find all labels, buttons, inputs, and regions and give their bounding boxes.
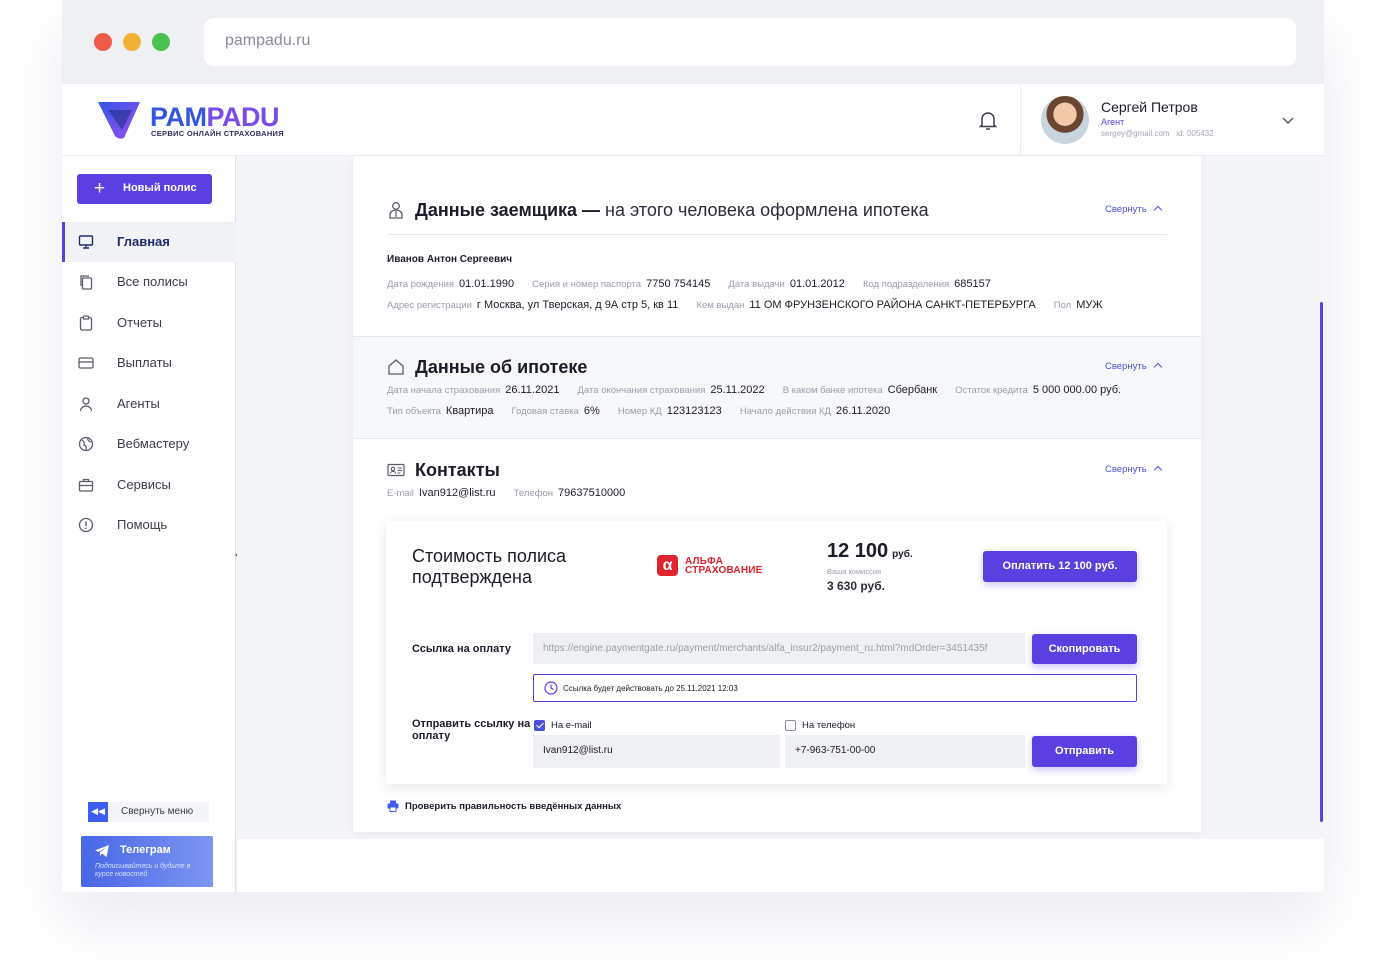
chevron-up-icon xyxy=(1153,362,1162,372)
mortgage-row-2: Тип объекта Квартира Годовая ставка 6% Ном… xyxy=(387,405,891,417)
payment-title: Стоимость полиса подтверждена xyxy=(412,546,567,587)
divider xyxy=(387,234,1167,235)
new-policy-button[interactable]: + Новый полис xyxy=(77,174,212,204)
telegram-title: Телеграм xyxy=(120,844,171,856)
bell-icon[interactable] xyxy=(976,108,1000,132)
mortgage-collapse-link[interactable]: Свернуть xyxy=(1105,361,1162,372)
id-card-icon xyxy=(387,463,405,477)
contacts-title: Контакты xyxy=(415,460,500,480)
sidebar-item-reports[interactable]: Отчеты xyxy=(62,303,236,343)
chevron-up-icon xyxy=(1153,205,1162,215)
borrower-section: Данные заемщика — на этого человека офор… xyxy=(353,156,1201,336)
sidebar-item-help[interactable]: Помощь xyxy=(62,505,236,545)
footer-area xyxy=(237,839,1324,892)
commission-label: Ваша комиссия xyxy=(827,567,882,576)
pampadu-logo-icon xyxy=(98,102,140,139)
policy-card: Данные заемщика — на этого человека офор… xyxy=(353,156,1201,832)
sidebar: + Новый полис Главная Все полисы Отчеты В… xyxy=(62,156,236,892)
telegram-banner[interactable]: Телеграм Подписывайтесь и будьте в курсе… xyxy=(81,836,213,887)
user-name: Сергей Петров xyxy=(1101,99,1198,115)
monitor-icon xyxy=(78,235,94,249)
clipboard-icon xyxy=(79,315,93,331)
sidebar-item-home[interactable]: Главная xyxy=(62,222,236,262)
plus-icon: + xyxy=(94,178,106,199)
phone-checkbox[interactable]: На телефон xyxy=(785,720,855,731)
user-role: Агент xyxy=(1101,117,1125,127)
borrower-row-2: Адрес регистрации г Москва, ул Тверская, … xyxy=(387,299,1103,311)
browser-bar: pampadu.ru xyxy=(62,0,1324,84)
alert-circle-icon xyxy=(78,517,94,533)
checkbox-checked-icon xyxy=(534,720,545,731)
borrower-collapse-link[interactable]: Свернуть xyxy=(1105,204,1162,215)
top-header: PAMPADU СЕРВИС ОНЛАЙН СТРАХОВАНИЯ Сергей… xyxy=(62,84,1324,156)
payment-link-label: Ссылка на оплату xyxy=(412,643,512,655)
app-frame: pampadu.ru PAMPADU СЕРВИС ОНЛАЙН СТРАХОВ… xyxy=(62,0,1324,892)
checkbox-empty-icon xyxy=(785,720,796,731)
commission-value: 3 630 руб. xyxy=(827,579,885,593)
send-phone-input[interactable]: +7-963-751-00-00 xyxy=(785,735,1025,768)
mortgage-title: Данные об ипотеке xyxy=(415,357,588,377)
payment-panel: Стоимость полиса подтверждена α АЛЬФА СТР… xyxy=(386,521,1167,784)
telegram-icon xyxy=(95,845,109,857)
pay-button[interactable]: Оплатить 12 100 руб. xyxy=(983,551,1137,582)
copy-icon xyxy=(80,275,93,290)
email-checkbox[interactable]: На e-mail xyxy=(534,720,592,731)
telegram-text: Подписывайтесь и будьте в курсе новостей xyxy=(95,863,191,878)
scrollbar[interactable] xyxy=(1320,302,1323,822)
person-icon xyxy=(79,397,93,412)
verify-data-link[interactable]: Проверить правильность введённых данных xyxy=(387,800,621,812)
maximize-window-dot[interactable] xyxy=(152,33,170,51)
alfa-logo-icon: α xyxy=(657,555,678,576)
sidebar-item-services[interactable]: Сервисы xyxy=(62,465,236,505)
printer-icon xyxy=(387,800,399,812)
sidebar-item-webmaster[interactable]: Вебмастеру xyxy=(62,424,236,464)
contacts-collapse-link[interactable]: Свернуть xyxy=(1105,464,1162,475)
chevron-down-icon[interactable] xyxy=(1280,112,1296,128)
avatar[interactable] xyxy=(1041,96,1089,144)
close-window-dot[interactable] xyxy=(94,33,112,51)
collapse-menu-button[interactable]: ◀◀ Свернуть меню xyxy=(88,802,209,822)
person-badge-icon xyxy=(389,202,403,219)
sidebar-item-agents[interactable]: Агенты xyxy=(62,384,236,424)
contacts-section: Контакты Свернуть E-mail Ivan912@list.ru … xyxy=(353,440,1201,520)
borrower-title: Данные заемщика — на этого человека офор… xyxy=(415,200,929,220)
payment-link-field[interactable]: https://engine.paymentgate.ru/payment/me… xyxy=(533,633,1025,664)
link-validity-note: Ссылка будет действовать до 25.11.2021 1… xyxy=(533,674,1137,702)
header-divider xyxy=(1020,84,1021,156)
card-icon xyxy=(78,357,94,369)
borrower-row-1: Дата рождения 01.01.1990 Серия и номер па… xyxy=(387,278,991,290)
clock-icon xyxy=(544,681,558,695)
contacts-row: E-mail Ivan912@list.ru Телефон 79637510000 xyxy=(387,487,626,499)
home-icon xyxy=(388,359,404,375)
mortgage-section: Данные об ипотеке Свернуть Дата начала с… xyxy=(353,336,1201,439)
sidebar-item-payouts[interactable]: Выплаты xyxy=(62,343,236,383)
briefcase-icon xyxy=(78,478,94,492)
mortgage-row-1: Дата начала страхования 26.11.2021 Дата о… xyxy=(387,384,1122,396)
chevron-up-icon xyxy=(1153,465,1162,475)
user-meta: sergey@gmail.com id: 005432 xyxy=(1101,129,1214,138)
send-link-label: Отправить ссылку на оплату xyxy=(412,718,531,742)
brand-tagline: СЕРВИС ОНЛАЙН СТРАХОВАНИЯ xyxy=(151,129,284,138)
policy-price: 12 100 руб. xyxy=(827,540,913,562)
rewind-icon: ◀◀ xyxy=(88,802,108,822)
address-bar[interactable]: pampadu.ru xyxy=(204,18,1296,66)
minimize-window-dot[interactable] xyxy=(123,33,141,51)
copy-button[interactable]: Скопировать xyxy=(1032,634,1137,664)
sidebar-item-all-policies[interactable]: Все полисы xyxy=(62,262,236,302)
borrower-full-name: Иванов Антон Сергеевич xyxy=(387,254,513,265)
globe-icon xyxy=(78,436,94,452)
send-button[interactable]: Отправить xyxy=(1032,736,1137,767)
send-email-input[interactable]: Ivan912@list.ru xyxy=(533,735,780,768)
